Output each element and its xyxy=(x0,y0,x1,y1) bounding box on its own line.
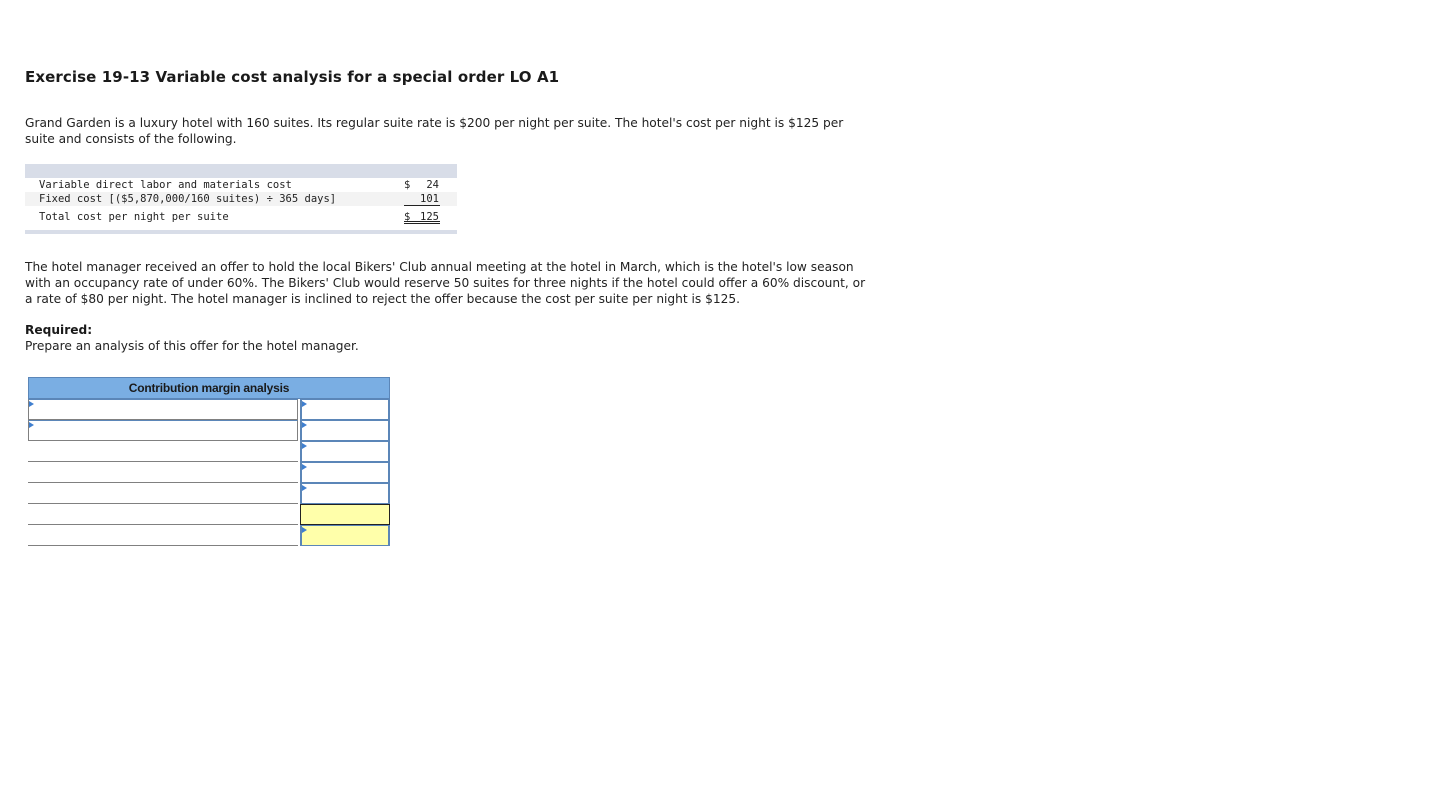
cost-amount: 101 xyxy=(420,193,439,205)
cost-total-amount: 125 xyxy=(420,211,439,223)
contribution-margin-table: Contribution margin analysis xyxy=(28,377,390,546)
cm-row xyxy=(28,420,390,441)
cm-value-input[interactable] xyxy=(300,483,390,504)
cm-row xyxy=(28,462,390,483)
cm-row xyxy=(28,525,390,546)
cm-row xyxy=(28,483,390,504)
dropdown-marker-icon xyxy=(302,422,307,428)
cm-row xyxy=(28,441,390,462)
required-label: Required: xyxy=(25,323,93,337)
cost-amount: 24 xyxy=(426,179,439,191)
cm-value-input[interactable] xyxy=(300,462,390,483)
dropdown-marker-icon xyxy=(302,443,307,449)
cost-total-row: Total cost per night per suite $125 xyxy=(25,210,457,224)
cm-value-input[interactable] xyxy=(300,420,390,441)
exercise-title: Exercise 19-13 Variable cost analysis fo… xyxy=(25,68,560,86)
intro-paragraph: Grand Garden is a luxury hotel with 160 … xyxy=(25,116,844,146)
cm-computed-cell xyxy=(300,504,390,525)
cost-row: Variable direct labor and materials cost… xyxy=(25,178,457,192)
dropdown-marker-icon xyxy=(302,527,307,533)
cm-row xyxy=(28,399,390,420)
cost-currency: $ xyxy=(404,179,411,191)
cost-row: Fixed cost [($5,870,000/160 suites) ÷ 36… xyxy=(25,192,457,206)
cost-total-currency: $ xyxy=(404,211,411,223)
cm-label-cell xyxy=(28,525,298,546)
cost-total-label: Total cost per night per suite xyxy=(39,211,229,223)
cm-row xyxy=(28,504,390,525)
required-text: Prepare an analysis of this offer for th… xyxy=(25,339,359,353)
cm-label-input[interactable] xyxy=(28,420,298,441)
cost-label: Fixed cost [($5,870,000/160 suites) ÷ 36… xyxy=(39,193,337,205)
dropdown-marker-icon xyxy=(302,485,307,491)
cm-label-cell xyxy=(28,504,298,525)
cm-table-header: Contribution margin analysis xyxy=(28,377,390,399)
dropdown-marker-icon xyxy=(302,401,307,407)
cost-table-footer-bar xyxy=(25,230,457,234)
cm-label-cell xyxy=(28,483,298,504)
cm-value-input[interactable] xyxy=(300,399,390,420)
cm-value-input[interactable] xyxy=(300,525,390,546)
cost-currency xyxy=(404,192,416,205)
dropdown-marker-icon xyxy=(29,422,34,428)
cm-label-cell xyxy=(28,441,298,462)
cost-table-header-bar xyxy=(25,164,457,178)
cm-label-cell xyxy=(28,462,298,483)
scenario-paragraph: The hotel manager received an offer to h… xyxy=(25,260,866,306)
cm-label-input[interactable] xyxy=(28,399,298,420)
dropdown-marker-icon xyxy=(29,401,34,407)
cm-value-input[interactable] xyxy=(300,441,390,462)
dropdown-marker-icon xyxy=(302,464,307,470)
cost-table: Variable direct labor and materials cost… xyxy=(25,164,457,234)
cost-label: Variable direct labor and materials cost xyxy=(39,179,292,191)
